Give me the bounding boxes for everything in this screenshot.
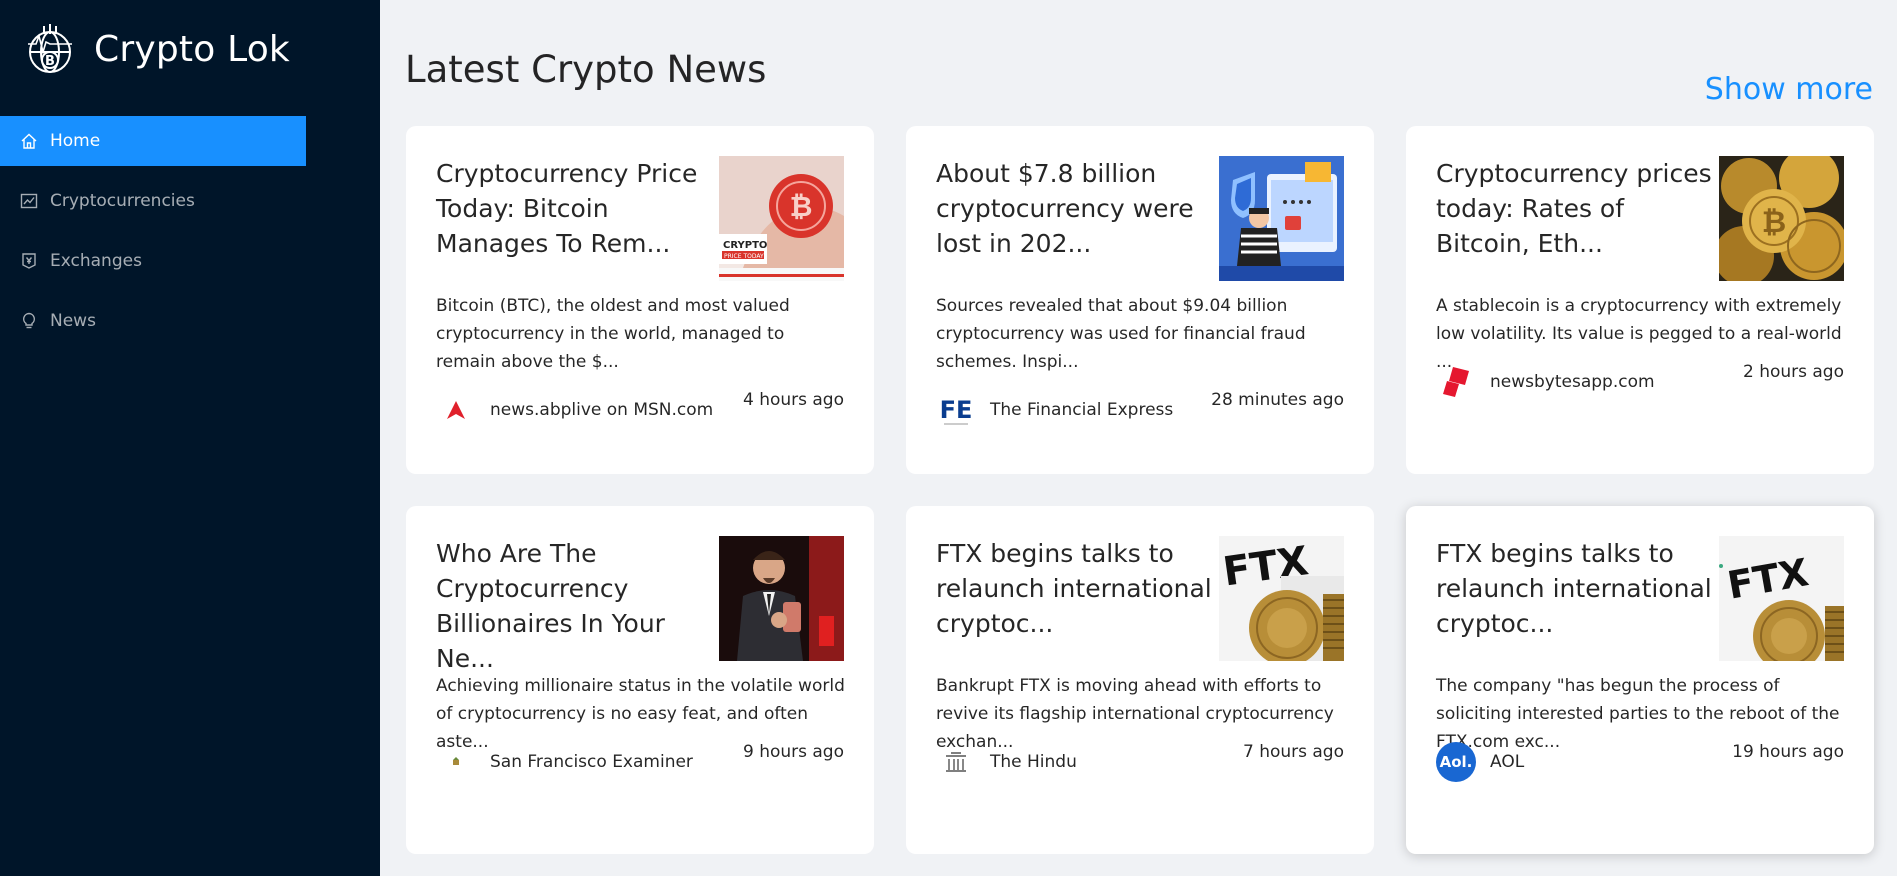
provider-name: AOL xyxy=(1490,752,1525,772)
sidebar-menu: Home Cryptocurrencies Exchanges News xyxy=(0,116,306,356)
sidebar: B Crypto Lok Home Cryptocurrencies Excha… xyxy=(0,0,380,876)
provider-name: The Hindu xyxy=(990,752,1077,772)
sidebar-item-label: Home xyxy=(50,131,101,151)
news-title[interactable]: Cryptocurrency Price Today: Bitcoin Mana… xyxy=(436,156,721,261)
news-provider: newsbytesapp.com xyxy=(1436,362,1655,402)
news-grid: Cryptocurrency Price Today: Bitcoin Mana… xyxy=(406,126,1874,854)
svg-text:B: B xyxy=(45,54,55,69)
news-time: 28 minutes ago xyxy=(1211,390,1344,410)
news-footer: San Francisco Examiner 9 hours ago xyxy=(436,742,844,782)
sidebar-item-label: Exchanges xyxy=(50,251,142,271)
provider-name: newsbytesapp.com xyxy=(1490,372,1655,392)
news-thumbnail xyxy=(719,536,844,661)
svg-text:CRYPTO: CRYPTO xyxy=(723,240,767,251)
news-thumbnail: ₿ xyxy=(1719,156,1844,281)
news-description: Bitcoin (BTC), the oldest and most value… xyxy=(436,296,790,372)
show-more-link[interactable]: Show more xyxy=(1705,72,1873,107)
news-footer: FE The Financial Express 28 minutes ago xyxy=(936,390,1344,430)
svg-text:₿: ₿ xyxy=(1762,205,1786,240)
news-provider: FE The Financial Express xyxy=(936,390,1173,430)
news-footer: The Hindu 7 hours ago xyxy=(936,742,1344,782)
provider-name: The Financial Express xyxy=(990,400,1174,420)
money-collect-icon xyxy=(20,252,38,270)
news-title[interactable]: About $7.8 billion cryptocurrency were l… xyxy=(936,156,1221,261)
app-title[interactable]: Crypto Lok xyxy=(94,29,290,70)
news-time: 2 hours ago xyxy=(1742,362,1844,382)
provider-name: San Francisco Examiner xyxy=(490,752,693,772)
news-thumbnail xyxy=(1219,156,1344,281)
news-time: 19 hours ago xyxy=(1732,742,1844,762)
news-card[interactable]: FTX begins talks to relaunch internation… xyxy=(906,506,1374,854)
provider-logo-icon: FE xyxy=(936,390,976,430)
svg-text:PRICE TODAY: PRICE TODAY xyxy=(724,253,764,260)
news-footer: Aol. AOL 19 hours ago xyxy=(1436,742,1844,782)
page-title: Latest Crypto News xyxy=(405,48,767,91)
news-provider: news.abplive on MSN.com xyxy=(436,390,713,430)
logo-row[interactable]: B Crypto Lok xyxy=(24,22,290,76)
sidebar-item-label: News xyxy=(50,311,96,331)
news-time: 7 hours ago xyxy=(1242,742,1344,762)
sidebar-item-cryptocurrencies[interactable]: Cryptocurrencies xyxy=(0,176,306,226)
provider-logo-icon xyxy=(436,742,476,782)
provider-logo-icon: Aol. xyxy=(1436,742,1476,782)
provider-logo-icon xyxy=(1436,362,1476,402)
news-card[interactable]: Cryptocurrency prices today: Rates of Bi… xyxy=(1406,126,1874,474)
news-thumbnail: FTX xyxy=(1219,536,1344,661)
news-provider: San Francisco Examiner xyxy=(436,742,693,782)
news-card[interactable]: Cryptocurrency Price Today: Bitcoin Mana… xyxy=(406,126,874,474)
news-title[interactable]: FTX begins talks to relaunch internation… xyxy=(936,536,1221,641)
news-thumbnail: ₿ CRYPTO PRICE TODAY xyxy=(719,156,844,281)
sidebar-item-home[interactable]: Home xyxy=(0,116,306,166)
news-thumbnail: FTX xyxy=(1719,536,1844,661)
sidebar-item-news[interactable]: News xyxy=(0,296,306,346)
provider-logo-icon xyxy=(936,742,976,782)
news-time: 4 hours ago xyxy=(742,390,844,410)
chart-icon xyxy=(20,192,38,210)
home-icon xyxy=(20,132,38,150)
news-title[interactable]: Who Are The Cryptocurrency Billionaires … xyxy=(436,536,721,676)
bitcoin-globe-logo-icon: B xyxy=(24,22,76,76)
news-footer: news.abplive on MSN.com 4 hours ago xyxy=(436,390,844,430)
news-time: 9 hours ago xyxy=(742,742,844,762)
provider-name: news.abplive on MSN.com xyxy=(490,400,714,420)
svg-text:₿: ₿ xyxy=(790,190,813,223)
news-provider: Aol. AOL xyxy=(1436,742,1524,782)
sidebar-item-label: Cryptocurrencies xyxy=(50,191,195,211)
news-card[interactable]: FTX begins talks to relaunch internation… xyxy=(1406,506,1874,854)
provider-logo-icon xyxy=(436,390,476,430)
news-card[interactable]: About $7.8 billion cryptocurrency were l… xyxy=(906,126,1374,474)
news-card[interactable]: Who Are The Cryptocurrency Billionaires … xyxy=(406,506,874,854)
sidebar-item-exchanges[interactable]: Exchanges xyxy=(0,236,306,286)
news-footer: newsbytesapp.com 2 hours ago xyxy=(1436,362,1844,402)
news-description: Sources revealed that about $9.04 billio… xyxy=(936,296,1306,372)
svg-text:FE: FE xyxy=(940,396,973,424)
news-provider: The Hindu xyxy=(936,742,1077,782)
bulb-icon xyxy=(20,312,38,330)
news-title[interactable]: Cryptocurrency prices today: Rates of Bi… xyxy=(1436,156,1721,261)
news-title[interactable]: FTX begins talks to relaunch internation… xyxy=(1436,536,1721,641)
